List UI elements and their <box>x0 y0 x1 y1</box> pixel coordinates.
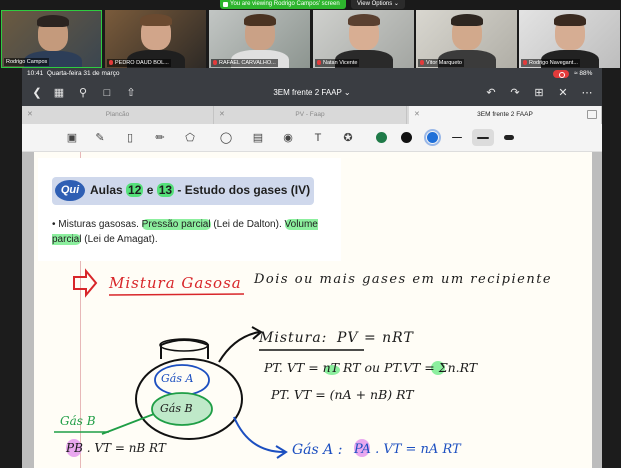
note-page[interactable]: Qui Aulas 12 e 13 - Estudo dos gases (IV… <box>34 152 592 468</box>
handwriting-strokes <box>54 268 445 459</box>
notes-app-header: ❮ ▦ ⚲ □ ⇧ 3EM frente 2 FAAP ⌄ ↶ ↷ ⊞ ✕ ⋯ <box>22 80 602 106</box>
laser-pointer-icon[interactable]: ✪ <box>340 130 356 146</box>
participant-name: PEDRO DAUD BOL... <box>115 60 169 66</box>
mic-muted-icon <box>317 60 321 65</box>
equation-gas-b: PB . VT = nB RT <box>66 441 166 455</box>
heading-arrow-icon <box>73 268 98 298</box>
stroke-thick[interactable] <box>504 135 514 140</box>
shape-tool-icon[interactable]: ⬠ <box>182 130 198 146</box>
mic-muted-icon <box>213 60 217 65</box>
participant-name-label: Rodrigo Navegant... <box>521 59 580 67</box>
gas-b-side-label: Gás B <box>60 414 96 428</box>
mic-muted-icon <box>109 60 113 65</box>
color-swatch-black[interactable] <box>401 132 412 143</box>
drawing-toolbar: ▣ ✎ ▯ ✏ ⬠ ◯ ▤ ◉ T ✪ <box>22 124 602 152</box>
stroke-thin[interactable] <box>452 137 462 138</box>
redo-icon[interactable]: ↷ <box>508 86 522 100</box>
undo-icon[interactable]: ↶ <box>484 86 498 100</box>
gas-b-label: Gás B <box>160 402 193 415</box>
participant-tile[interactable]: Rodrigo Campos <box>1 10 102 68</box>
equation-total-2: PT. VT = (nA + nB) RT <box>271 387 414 402</box>
document-tabs: ✕ Plancão ✕ PV - Faap ✕ 3EM frente 2 FAA… <box>22 106 602 124</box>
tab-label: 3EM frente 2 FAAP <box>477 111 533 118</box>
zoom-share-banner: You are viewing Rodrigo Campos' screen V… <box>0 0 621 10</box>
view-options-button[interactable]: View Options ⌄ <box>351 0 405 9</box>
equation-gas-a: PA . VT = nA RT <box>354 442 461 457</box>
participant-tile[interactable]: RAFAEL CARVALHO... <box>209 10 310 68</box>
participant-tile[interactable]: Natan Vicente <box>313 10 414 68</box>
tab-pv-faap[interactable]: ✕ PV - Faap <box>214 106 407 124</box>
add-page-icon[interactable]: ⊞ <box>532 86 546 100</box>
participant-name: Rodrigo Navegant... <box>529 60 578 66</box>
tab-close-icon[interactable]: ✕ <box>27 106 33 124</box>
close-icon[interactable]: ✕ <box>556 86 570 100</box>
tab-label: PV - Faap <box>295 111 325 118</box>
notes-heading: Mistura Gasosa <box>109 274 242 292</box>
participant-name-label: PEDRO DAUD BOL... <box>107 59 171 67</box>
color-swatch-green[interactable] <box>376 132 387 143</box>
highlighter-tool-icon[interactable]: ✏ <box>152 130 168 146</box>
tab-label: Plancão <box>105 111 130 118</box>
image-tool-icon[interactable]: ▤ <box>250 130 266 146</box>
more-options-icon[interactable]: ⋯ <box>580 86 594 100</box>
participant-name-label: RAFAEL CARVALHO... <box>211 59 278 67</box>
participant-video-strip: Rodrigo Campos PEDRO DAUD BOL... RAFAEL … <box>0 10 621 68</box>
camera-tool-icon[interactable]: ◉ <box>280 130 296 146</box>
screen-root: { "zoom": { "banner": "You are viewing R… <box>0 0 621 468</box>
screen-share-indicator: You are viewing Rodrigo Campos' screen <box>220 0 346 9</box>
pen-tool-icon[interactable]: ✎ <box>92 130 108 146</box>
tab-plancao[interactable]: ✕ Plancão <box>22 106 214 124</box>
tab-close-icon[interactable]: ✕ <box>219 106 225 124</box>
canvas-area: Qui Aulas 12 e 13 - Estudo dos gases (IV… <box>22 152 602 468</box>
color-swatch-blue[interactable] <box>427 132 438 143</box>
tab-close-icon[interactable]: ✕ <box>414 106 420 124</box>
equation-total-1: PT. VT = nT RT ou PT.VT = Σn.RT <box>264 360 478 375</box>
participant-name-label: Vitor Marqueto <box>418 59 464 67</box>
lasso-tool-icon[interactable]: ◯ <box>218 130 234 146</box>
gas-a-equation-label: Gás A : <box>292 442 343 458</box>
participant-tile[interactable]: Rodrigo Navegant... <box>519 10 620 68</box>
mic-muted-icon <box>420 60 424 65</box>
screen-share-text: You are viewing Rodrigo Campos' screen <box>230 1 340 7</box>
participant-name: Rodrigo Campos <box>4 58 50 66</box>
status-time-date: 10:41 Quarta-feira 31 de março <box>27 68 120 80</box>
gas-a-label: Gás A <box>161 372 194 385</box>
participant-name: Natan Vicente <box>323 60 358 66</box>
equation-pv-nrt: PV = nRT <box>337 330 414 346</box>
participant-name-label: Natan Vicente <box>315 59 360 67</box>
status-date: Quarta-feira 31 de março <box>46 70 120 77</box>
battery-level: 88% <box>579 70 593 77</box>
participant-name: RAFAEL CARVALHO... <box>219 60 276 66</box>
text-tool-icon[interactable]: T <box>310 130 326 146</box>
mistura-label: Mistura: <box>259 330 328 346</box>
screen-recording-icon <box>553 70 569 78</box>
mic-muted-icon <box>523 60 527 65</box>
eraser-tool-icon[interactable]: ▯ <box>122 130 138 146</box>
notes-heading-description: Dois ou mais gases em um recipiente <box>254 272 553 287</box>
stroke-medium[interactable] <box>477 137 489 139</box>
participant-tile[interactable]: PEDRO DAUD BOL... <box>105 10 206 68</box>
participant-tile[interactable]: Vitor Marqueto <box>416 10 517 68</box>
page-layout-icon[interactable]: ▣ <box>64 130 80 146</box>
status-time: 10:41 <box>27 70 44 77</box>
split-view-icon[interactable] <box>587 110 597 119</box>
participant-name: Vitor Marqueto <box>426 60 462 66</box>
ipad-status-bar: 10:41 Quarta-feira 31 de março ≈ 88% <box>22 68 602 88</box>
share-screen-icon <box>223 2 228 7</box>
tab-3em-frente-2-faap[interactable]: ✕ 3EM frente 2 FAAP <box>409 106 602 124</box>
